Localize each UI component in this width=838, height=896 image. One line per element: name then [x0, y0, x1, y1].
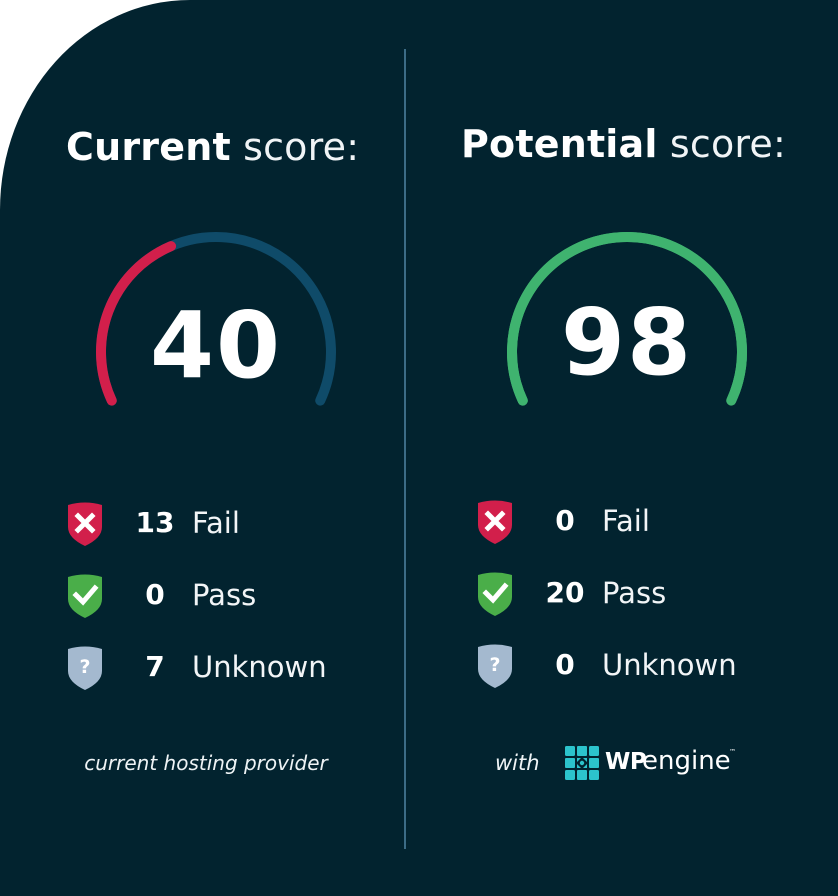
score-comparison-card: Current score: 40 13 Fail 0 Pass ? 7 Unk…: [0, 0, 838, 896]
stat-value: 0: [145, 578, 165, 611]
stat-value: 13: [135, 506, 175, 539]
shield-x-icon: [478, 500, 512, 544]
brand-engine: engine: [642, 746, 731, 776]
shield-check-icon: [68, 574, 102, 618]
current-provider-caption: current hosting provider: [84, 751, 328, 775]
stat-label: Fail: [192, 506, 240, 540]
current-title-light: score:: [230, 125, 360, 169]
potential-title-bold: Potential: [461, 122, 658, 166]
stat-value: 0: [555, 648, 575, 681]
stat-value: 0: [555, 504, 575, 537]
shield-check-icon: [478, 572, 512, 616]
shield-x-icon: [68, 502, 102, 546]
potential-score-title: Potential score:: [461, 122, 786, 166]
stat-label: Pass: [602, 576, 667, 610]
stat-label: Pass: [192, 578, 257, 612]
current-score-value: 40: [149, 292, 283, 399]
shield-question-icon: ?: [478, 644, 512, 688]
shield-question-icon: ?: [68, 646, 102, 690]
svg-text:?: ?: [79, 656, 90, 678]
potential-title-light: score:: [657, 122, 786, 166]
brand-trademark: ™: [729, 748, 736, 756]
current-title-bold: Current: [66, 125, 231, 169]
stat-label: Unknown: [192, 650, 327, 684]
column-divider: [404, 49, 406, 849]
stat-value: 7: [145, 650, 165, 683]
stat-label: Unknown: [602, 648, 737, 682]
wp-engine-logo-icon: [565, 746, 599, 780]
stat-label: Fail: [602, 504, 650, 538]
with-label: with: [495, 751, 540, 775]
stat-value: 20: [545, 576, 585, 609]
current-score-title: Current score:: [66, 125, 359, 169]
svg-text:?: ?: [489, 654, 500, 676]
potential-score-value: 98: [560, 289, 694, 396]
brand-wp: WP: [605, 749, 647, 775]
